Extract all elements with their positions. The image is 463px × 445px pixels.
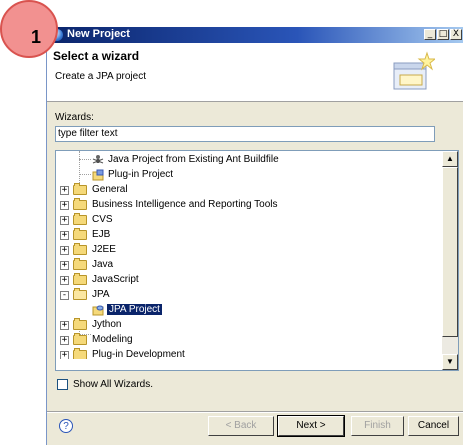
plugin-project-icon <box>92 169 104 181</box>
cancel-button[interactable]: Cancel <box>408 416 459 436</box>
folder-icon <box>73 348 87 359</box>
tree-item-label: Modeling <box>92 334 133 345</box>
window-title: New Project <box>67 28 130 40</box>
tree-item-label-selected: JPA Project <box>107 304 162 315</box>
expand-icon[interactable]: + <box>60 321 69 330</box>
banner-subtitle: Create a JPA project <box>55 71 146 82</box>
folder-icon <box>73 228 87 240</box>
tree-item-ejb[interactable]: + EJB <box>56 227 441 243</box>
next-button[interactable]: Next > <box>277 415 345 437</box>
expand-icon[interactable]: + <box>60 231 69 240</box>
back-button[interactable]: < Back <box>208 416 274 436</box>
jpa-project-icon <box>92 305 104 316</box>
folder-icon <box>73 273 87 285</box>
tree-item-general[interactable]: + General <box>56 182 441 198</box>
tree-item-label: JPA <box>92 289 110 300</box>
button-bar-divider <box>47 411 463 413</box>
wizard-tree[interactable]: Java Project from Existing Ant Buildfile… <box>55 150 459 371</box>
tree-item-jpa-project[interactable]: JPA Project <box>56 302 441 318</box>
tree-item-birt[interactable]: + Business Intelligence and Reporting To… <box>56 197 441 213</box>
minimize-button[interactable]: _ <box>424 29 436 40</box>
tree-item-java[interactable]: + Java <box>56 257 441 273</box>
folder-icon <box>73 243 87 255</box>
tree-item-label: Plug-in Development <box>92 349 185 359</box>
ant-buildfile-icon <box>92 155 104 164</box>
tree-item-javascript[interactable]: + JavaScript <box>56 272 441 288</box>
finish-button[interactable]: Finish <box>351 416 404 436</box>
tree-item-jpa[interactable]: - JPA <box>56 287 441 303</box>
maximize-button[interactable]: □ <box>437 29 449 40</box>
filter-input[interactable]: type filter text <box>55 126 435 142</box>
tree-item-label: JavaScript <box>92 274 139 285</box>
expand-icon[interactable]: + <box>60 261 69 270</box>
tree-item-j2ee[interactable]: + J2EE <box>56 242 441 258</box>
banner-title: Select a wizard <box>53 49 140 63</box>
step-badge: 1 <box>0 0 58 58</box>
tree-item-label: CVS <box>92 214 113 225</box>
wizard-banner-icon <box>393 51 435 90</box>
tree-item-label: Java Project from Existing Ant Buildfile <box>108 154 279 165</box>
tree-item-label: General <box>92 184 128 195</box>
collapse-icon[interactable]: - <box>60 291 69 300</box>
folder-icon <box>73 333 87 345</box>
folder-open-icon <box>73 288 87 300</box>
tree-item-label: Jython <box>92 319 122 330</box>
tree-item-label: Plug-in Project <box>108 169 174 180</box>
show-all-wizards-checkbox[interactable] <box>57 379 68 390</box>
expand-icon[interactable]: + <box>60 276 69 285</box>
tree-scrollbar[interactable]: ▲ ▼ <box>442 151 458 370</box>
folder-icon <box>73 198 87 210</box>
folder-icon <box>73 318 87 330</box>
new-project-dialog: New Project _ □ X Select a wizard Create… <box>46 27 463 445</box>
tree-item-label: Business Intelligence and Reporting Tool… <box>92 199 278 210</box>
show-all-wizards-label: Show All Wizards. <box>73 379 154 390</box>
tree-item-plugin-project[interactable]: Plug-in Project <box>56 167 441 183</box>
folder-icon <box>73 258 87 270</box>
expand-icon[interactable]: + <box>60 336 69 345</box>
wizards-label: Wizards: <box>55 112 94 123</box>
tree-item-label: Java <box>92 259 114 270</box>
scroll-down-button[interactable]: ▼ <box>442 354 458 370</box>
folder-icon <box>73 183 87 195</box>
close-button[interactable]: X <box>450 29 462 40</box>
expand-icon[interactable]: + <box>60 186 69 195</box>
tree-item-label: EJB <box>92 229 111 240</box>
tree-item-modeling[interactable]: + Modeling <box>56 332 441 348</box>
expand-icon[interactable]: + <box>60 351 69 359</box>
scroll-thumb[interactable] <box>442 167 458 337</box>
tree-item-plugin-development[interactable]: + Plug-in Development <box>56 347 441 359</box>
wizard-banner: Select a wizard Create a JPA project <box>47 43 463 102</box>
expand-icon[interactable]: + <box>60 246 69 255</box>
expand-icon[interactable]: + <box>60 216 69 225</box>
help-icon[interactable]: ? <box>59 419 73 433</box>
tree-item-ant-buildfile[interactable]: Java Project from Existing Ant Buildfile <box>56 152 441 168</box>
expand-icon[interactable]: + <box>60 201 69 210</box>
tree-item-label: J2EE <box>92 244 116 255</box>
scroll-up-button[interactable]: ▲ <box>442 151 458 167</box>
step-badge-number: 1 <box>31 27 42 47</box>
folder-icon <box>73 213 87 225</box>
tree-item-jython[interactable]: + Jython <box>56 317 441 333</box>
title-bar[interactable]: New Project _ □ X <box>47 27 463 43</box>
tree-item-cvs[interactable]: + CVS <box>56 212 441 228</box>
